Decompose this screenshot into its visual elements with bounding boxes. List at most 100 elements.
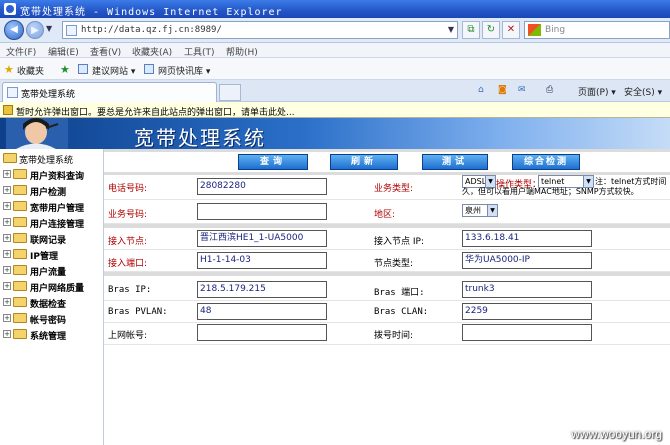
folder-icon [13,329,27,339]
phone-input[interactable]: 28082280 [197,178,327,195]
history-dropdown-icon[interactable]: ▼ [46,24,52,33]
nav-tree: 宽带处理系统 + 用户资料查询 + 用户检测 + 宽带用户管理 + 用户连接管理 + 联网… [0,149,104,445]
folder-icon [13,217,27,227]
expand-icon[interactable]: + [3,330,11,338]
biz-type-label: 业务类型: [374,184,414,194]
combined-check-button[interactable]: 综合检测 [512,154,580,170]
access-port-label: 接入端口: [108,259,148,269]
access-ip-label: 接入节点 IP: [374,237,424,247]
favorites-star-icon: ★ [4,63,14,76]
web-slice-gallery-link[interactable]: 网页快讯库 ▾ [158,64,210,77]
row-line [104,249,670,250]
home-icon[interactable]: ⌂ [478,85,484,95]
expand-icon[interactable]: + [3,314,11,322]
folder-icon [13,281,27,291]
access-node-label: 接入节点: [108,237,148,247]
back-button[interactable]: ◀ [4,20,24,40]
node-type-label: 节点类型: [374,259,414,269]
tab-active[interactable]: 宽带处理系统 [2,82,217,102]
access-port-input[interactable]: H1-1-14-03 [197,252,327,269]
feeds-icon[interactable]: ◙ [498,85,507,95]
ie-icon [4,3,16,15]
bras-clan-input[interactable]: 2259 [462,303,592,320]
bras-ip-label: Bras IP: [108,285,152,295]
folder-icon [13,201,27,211]
popup-info-bar[interactable]: 暂时允许弹出窗口。要总是允许来自此站点的弹出窗口，请单击此处... [0,102,670,118]
expand-icon[interactable]: + [3,170,11,178]
area-select[interactable]: 泉州 ▼ [462,204,498,217]
bras-pvlan-label: Bras PVLAN: [108,307,168,317]
folder-icon [13,265,27,275]
address-url: http://data.qz.fj.cn:8989/ [81,25,222,35]
watermark: www.wooyun.org [571,427,662,441]
tree-item-system[interactable]: + 系统管理 [0,327,104,342]
tree-item-ip[interactable]: + IP管理 [0,247,104,262]
favorites-button[interactable]: 收藏夹 [17,64,44,77]
read-mail-icon[interactable]: ✉ [518,85,526,95]
suggested-sites-link[interactable]: 建议网站 ▾ [92,64,135,77]
bras-port-input[interactable]: trunk3 [462,281,592,298]
safety-menu[interactable]: 安全(S) ▾ [624,85,662,98]
account-input[interactable] [197,324,327,341]
print-icon[interactable]: ⎙ [546,85,553,95]
divider [104,149,670,152]
window-title: 宽带处理系统 - Windows Internet Explorer [20,7,283,18]
tree-item-broadband-users[interactable]: + 宽带用户管理 [0,199,104,214]
expand-icon[interactable]: + [3,250,11,258]
tree-item-user-info[interactable]: + 用户资料查询 [0,167,104,182]
favorites-bar: ★ 收藏夹 ★ 建议网站 ▾ 网页快讯库 ▾ [0,58,670,80]
menu-tools[interactable]: 工具(T) [184,45,215,58]
test-button[interactable]: 测试 [422,154,488,170]
folder-icon [13,185,27,195]
dial-time-input[interactable] [462,324,592,341]
search-box[interactable]: Bing [524,21,670,39]
bras-pvlan-input[interactable]: 48 [197,303,327,320]
menu-edit[interactable]: 编辑(E) [48,45,79,58]
tree-item-user-check[interactable]: + 用户检测 [0,183,104,198]
service-no-label: 业务号码: [108,210,148,220]
expand-icon[interactable]: + [3,186,11,194]
page-menu[interactable]: 页面(P) ▾ [578,85,616,98]
stop-icon[interactable]: ✕ [502,21,520,39]
refresh-icon[interactable]: ↻ [482,21,500,39]
menu-favorites[interactable]: 收藏夹(A) [132,45,172,58]
expand-icon[interactable]: + [3,234,11,242]
expand-icon[interactable]: + [3,298,11,306]
compatibility-icon[interactable]: ⧉ [462,21,480,39]
tree-item-data-check[interactable]: + 数据检查 [0,295,104,310]
address-dropdown-icon[interactable]: ▼ [448,25,454,34]
menu-view[interactable]: 查看(V) [90,45,121,58]
web-slice-icon [144,64,154,74]
expand-icon[interactable]: + [3,282,11,290]
folder-icon [13,233,27,243]
tree-item-account-password[interactable]: + 帐号密码 [0,311,104,326]
forward-button[interactable]: ▶ [26,21,44,39]
access-node-input[interactable]: 晋江西滨HE1_1-UA5000 [197,230,327,247]
expand-icon[interactable]: + [3,218,11,226]
tree-item-records[interactable]: + 联网记录 [0,231,104,246]
bras-ip-input[interactable]: 218.5.179.215 [197,281,327,298]
tree-root[interactable]: 宽带处理系统 [0,151,104,166]
expand-icon[interactable]: + [3,202,11,210]
add-favorite-icon[interactable]: ★ [60,63,70,76]
menu-file[interactable]: 文件(F) [6,45,36,58]
access-ip-input[interactable]: 133.6.18.41 [462,230,592,247]
tree-item-quality[interactable]: + 用户网络质量 [0,279,104,294]
new-tab-button[interactable] [219,84,241,101]
folder-icon [3,153,17,163]
query-button[interactable]: 查询 [238,154,308,170]
tab-title: 宽带处理系统 [21,90,76,100]
menu-help[interactable]: 帮助(H) [226,45,258,58]
tree-item-traffic[interactable]: + 用户流量 [0,263,104,278]
divider [104,272,670,276]
phone-label: 电话号码: [108,184,148,194]
tab-page-icon [7,87,18,98]
service-no-input[interactable] [197,203,327,220]
node-type-input[interactable]: 华为UA5000-IP [462,252,592,269]
tree-item-connection[interactable]: + 用户连接管理 [0,215,104,230]
refresh-button[interactable]: 刷新 [330,154,398,170]
address-bar[interactable]: http://data.qz.fj.cn:8989/ ▼ [62,21,458,39]
expand-icon[interactable]: + [3,266,11,274]
bras-clan-label: Bras CLAN: [374,307,429,317]
row-line [104,300,670,301]
